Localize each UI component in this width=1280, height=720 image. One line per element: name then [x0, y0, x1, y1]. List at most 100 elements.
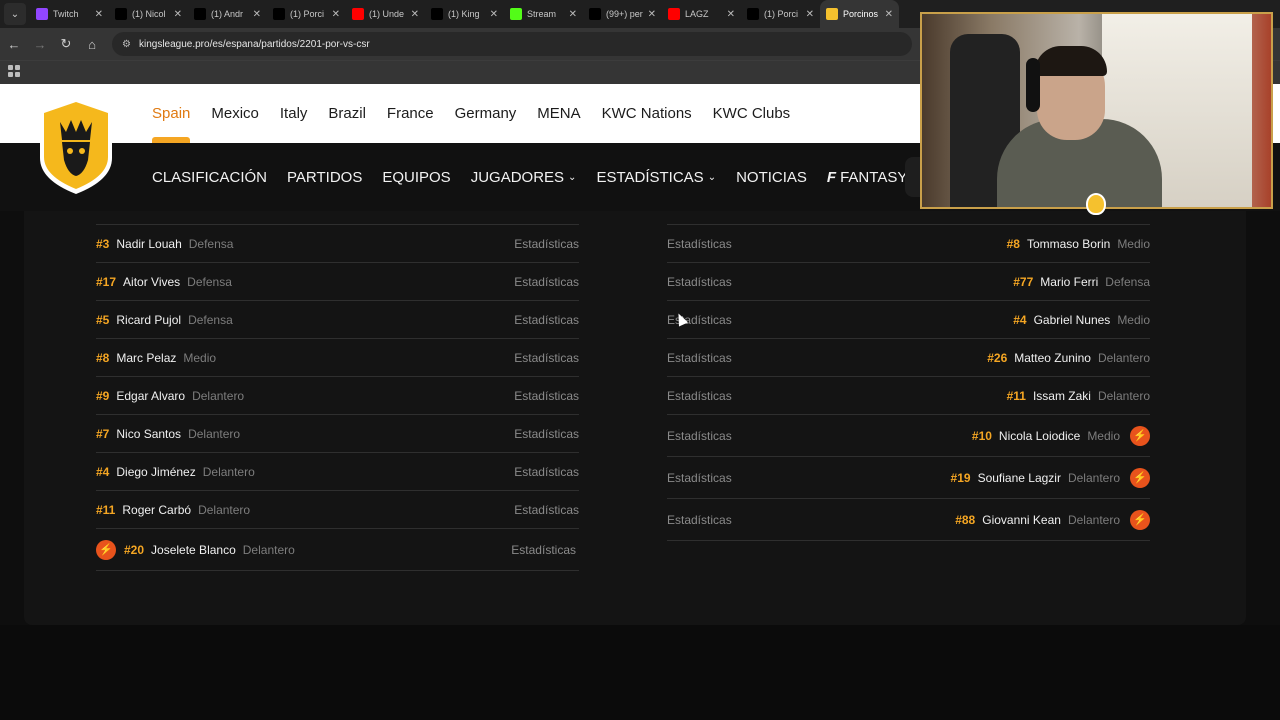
home-icon[interactable]: ⌂	[80, 32, 104, 56]
url-text: kingsleague.pro/es/espana/partidos/2201-…	[138, 38, 370, 50]
nav-clasificacion[interactable]: CLASIFICACIÓN	[152, 169, 267, 186]
player-name[interactable]: Edgar Alvaro	[116, 389, 185, 403]
stats-link[interactable]: Estadísticas	[514, 351, 579, 365]
league-spain[interactable]: Spain	[152, 84, 191, 143]
home-lineup: #3 Nadir Louah Defensa Estadísticas #17 Aitor…	[96, 211, 579, 571]
player-name[interactable]: Gabriel Nunes	[1034, 313, 1111, 327]
player-row[interactable]: Estadísticas #26 Matteo Zunino Delantero	[667, 339, 1150, 377]
player-row[interactable]: ⚡ #20 Joselete Blanco Delantero Estadísticas	[96, 529, 579, 571]
stats-link[interactable]: Estadísticas	[514, 389, 579, 403]
stats-link[interactable]: Estadísticas	[667, 471, 732, 485]
player-name[interactable]: Joselete Blanco	[151, 543, 236, 557]
player-row[interactable]: #8 Marc Pelaz Medio Estadísticas	[96, 339, 579, 377]
nav-fantasy[interactable]: F FANTASY	[827, 169, 907, 186]
player-name[interactable]: Mario Ferri	[1040, 275, 1098, 289]
player-name[interactable]: Ricard Pujol	[116, 313, 181, 327]
stats-link[interactable]: Estadísticas	[667, 429, 732, 443]
player-name[interactable]: Issam Zaki	[1033, 389, 1091, 403]
close-tab-icon[interactable]: ✕	[174, 9, 182, 20]
player-name[interactable]: Roger Carbó	[122, 503, 191, 517]
close-tab-icon[interactable]: ✕	[332, 9, 340, 20]
forward-icon[interactable]: →	[28, 32, 52, 56]
stats-link[interactable]: Estadísticas	[667, 513, 732, 527]
league-italy[interactable]: Italy	[280, 84, 308, 143]
browser-tab[interactable]: LAGZ ✕	[662, 0, 741, 28]
stats-link[interactable]: Estadísticas	[667, 351, 732, 365]
reload-icon[interactable]: ↻	[54, 32, 78, 56]
stats-link[interactable]: Estadísticas	[514, 275, 579, 289]
nav-jugadores[interactable]: JUGADORES ⌄	[471, 169, 577, 186]
stats-link[interactable]: Estadísticas	[667, 389, 732, 403]
apps-grid-icon[interactable]	[8, 65, 20, 77]
league-mexico[interactable]: Mexico	[211, 84, 259, 143]
player-row[interactable]: #9 Edgar Alvaro Delantero Estadísticas	[96, 377, 579, 415]
close-tab-icon[interactable]: ✕	[490, 9, 498, 20]
close-tab-icon[interactable]: ✕	[569, 9, 577, 20]
stats-link[interactable]: Estadísticas	[667, 237, 732, 251]
browser-tab[interactable]: (1) Porci ✕	[267, 0, 346, 28]
player-name[interactable]: Tommaso Borin	[1027, 237, 1110, 251]
browser-tab[interactable]: Porcinos ✕	[820, 0, 899, 28]
player-row[interactable]: #17 Aitor Vives Defensa Estadísticas	[96, 263, 579, 301]
close-tab-icon[interactable]: ✕	[885, 9, 893, 20]
player-row[interactable]: #3 Nadir Louah Defensa Estadísticas	[96, 225, 579, 263]
browser-tab[interactable]: (1) King ✕	[425, 0, 504, 28]
player-row[interactable]: #4 Diego Jiménez Delantero Estadísticas	[96, 453, 579, 491]
nav-estadisticas[interactable]: ESTADÍSTICAS ⌄	[596, 169, 716, 186]
player-name[interactable]: Giovanni Kean	[982, 513, 1061, 527]
stats-link[interactable]: Estadísticas	[514, 427, 579, 441]
close-tab-icon[interactable]: ✕	[253, 9, 261, 20]
league-france[interactable]: France	[387, 84, 434, 143]
player-name[interactable]: Nico Santos	[116, 427, 181, 441]
close-tab-icon[interactable]: ✕	[727, 9, 735, 20]
player-row[interactable]: Estadísticas #88 Giovanni Kean Delantero ⚡	[667, 499, 1150, 541]
stats-link[interactable]: Estadísticas	[667, 275, 732, 289]
browser-tab[interactable]: (1) Nicol ✕	[109, 0, 188, 28]
browser-tab[interactable]: Stream ✕	[504, 0, 583, 28]
player-name[interactable]: Marc Pelaz	[116, 351, 176, 365]
browser-tab[interactable]: (99+) per ✕	[583, 0, 662, 28]
close-tab-icon[interactable]: ✕	[806, 9, 814, 20]
player-row[interactable]: #5 Ricard Pujol Defensa Estadísticas	[96, 301, 579, 339]
nav-partidos[interactable]: PARTIDOS	[287, 169, 362, 186]
player-row[interactable]: Estadísticas #11 Issam Zaki Delantero	[667, 377, 1150, 415]
address-bar[interactable]: ⚙ kingsleague.pro/es/espana/partidos/220…	[112, 32, 912, 56]
browser-tab[interactable]: (1) Porci ✕	[741, 0, 820, 28]
close-tab-icon[interactable]: ✕	[648, 9, 656, 20]
player-name[interactable]: Diego Jiménez	[116, 465, 195, 479]
stats-link[interactable]: Estadísticas	[511, 543, 576, 557]
player-row[interactable]: #7 Nico Santos Delantero Estadísticas	[96, 415, 579, 453]
close-tab-icon[interactable]: ✕	[95, 9, 103, 20]
browser-tab[interactable]: (1) Andr ✕	[188, 0, 267, 28]
player-name[interactable]: Aitor Vives	[123, 275, 180, 289]
player-row[interactable]: Estadísticas #8 Tommaso Borin Medio	[667, 225, 1150, 263]
player-row[interactable]: Estadísticas #4 Gabriel Nunes Medio	[667, 301, 1150, 339]
player-row[interactable]: Estadísticas #19 Soufiane Lagzir Delantero ⚡	[667, 457, 1150, 499]
player-name[interactable]: Nadir Louah	[116, 237, 181, 251]
stats-link[interactable]: Estadísticas	[514, 465, 579, 479]
player-row[interactable]: Estadísticas #10 Nicola Loiodice Medio ⚡	[667, 415, 1150, 457]
stats-link[interactable]: Estadísticas	[514, 237, 579, 251]
player-name[interactable]: Nicola Loiodice	[999, 429, 1080, 443]
stats-link[interactable]: Estadísticas	[514, 313, 579, 327]
stats-link[interactable]: Estadísticas	[514, 503, 579, 517]
player-name[interactable]: Matteo Zunino	[1014, 351, 1091, 365]
tab-search-button[interactable]: ⌄	[4, 3, 26, 25]
player-number: #11	[96, 502, 116, 517]
kings-league-logo[interactable]	[38, 96, 114, 196]
nav-equipos[interactable]: EQUIPOS	[382, 169, 450, 186]
browser-tab[interactable]: (1) Unde ✕	[346, 0, 425, 28]
close-tab-icon[interactable]: ✕	[411, 9, 419, 20]
league-germany[interactable]: Germany	[455, 84, 517, 143]
player-row[interactable]: #11 Roger Carbó Delantero Estadísticas	[96, 491, 579, 529]
league-mena[interactable]: MENA	[537, 84, 580, 143]
league-brazil[interactable]: Brazil	[328, 84, 366, 143]
player-row[interactable]: Estadísticas #77 Mario Ferri Defensa	[667, 263, 1150, 301]
site-info-icon[interactable]: ⚙	[122, 39, 131, 50]
back-icon[interactable]: ←	[2, 32, 26, 56]
league-kwc-nations[interactable]: KWC Nations	[602, 84, 692, 143]
player-name[interactable]: Soufiane Lagzir	[978, 471, 1061, 485]
league-kwc-clubs[interactable]: KWC Clubs	[713, 84, 791, 143]
nav-noticias[interactable]: NOTICIAS	[736, 169, 807, 186]
browser-tab[interactable]: Twitch ✕	[30, 0, 109, 28]
